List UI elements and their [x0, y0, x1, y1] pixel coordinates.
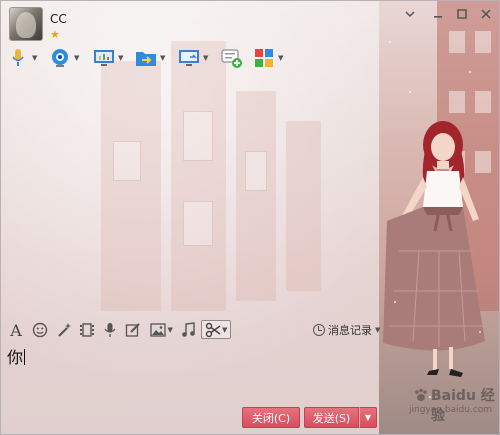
chevron-down-icon[interactable]: ▼ — [168, 326, 176, 334]
message-history-button[interactable]: 消息记录 ▼ — [313, 321, 380, 339]
maximize-icon[interactable] — [453, 6, 471, 22]
microphone-icon — [7, 47, 29, 69]
message-input-text: 你 — [7, 348, 24, 367]
send-file-icon — [135, 47, 157, 69]
decorative-skin-panel — [379, 1, 499, 434]
apps-button[interactable]: ▼ — [253, 46, 286, 70]
remote-desktop-icon — [178, 47, 200, 69]
star-icon: ★ — [50, 28, 60, 41]
music-button[interactable] — [179, 321, 197, 339]
send-button[interactable]: 发送(S) — [304, 407, 359, 428]
background-building — [236, 91, 276, 301]
voice-icon — [101, 321, 119, 339]
screen-share-icon — [93, 47, 115, 69]
image-icon — [149, 321, 167, 339]
house-window — [449, 91, 465, 113]
watermark-url: jingyan.baidu.com — [409, 405, 493, 415]
chevron-down-icon[interactable]: ▼ — [222, 326, 230, 334]
background-building — [101, 61, 161, 311]
house-window — [475, 91, 491, 113]
close-icon[interactable] — [477, 6, 495, 22]
font-button[interactable]: A — [7, 320, 25, 340]
font-icon: A — [10, 320, 22, 340]
snowflake — [394, 301, 396, 303]
emoji-icon — [31, 321, 49, 339]
screenshot-scissors-icon — [204, 321, 222, 339]
background-window — [113, 141, 141, 181]
emoji-button[interactable] — [31, 321, 49, 339]
remote-desktop-button[interactable]: ▼ — [178, 46, 211, 70]
clock-icon — [313, 324, 325, 336]
send-image-button[interactable]: ▼ — [147, 321, 177, 339]
chevron-down-icon[interactable] — [401, 6, 419, 22]
chevron-down-icon[interactable]: ▼ — [278, 54, 286, 62]
snowflake — [389, 41, 391, 43]
message-input[interactable]: 你 — [7, 344, 377, 404]
house-window — [475, 31, 491, 53]
send-file-button[interactable]: ▼ — [135, 46, 168, 70]
music-icon — [179, 321, 197, 339]
background-building — [286, 121, 321, 291]
close-button[interactable]: 关闭(C) — [242, 407, 300, 428]
magic-expression-button[interactable] — [55, 321, 73, 339]
video-clip-button[interactable] — [78, 321, 96, 339]
webcam-icon — [49, 47, 71, 69]
new-chat-button[interactable] — [221, 46, 243, 70]
snowflake — [409, 91, 411, 93]
apps-icon — [253, 47, 275, 69]
message-history-label: 消息记录 — [328, 324, 372, 337]
girl-illustration — [383, 121, 485, 377]
contact-avatar[interactable] — [9, 7, 43, 41]
background-window — [245, 151, 267, 191]
chevron-down-icon[interactable]: ▼ — [118, 54, 126, 62]
screen-share-button[interactable]: ▼ — [93, 46, 126, 70]
house-window — [449, 31, 465, 53]
background-window — [183, 201, 213, 246]
chevron-down-icon[interactable]: ▼ — [203, 54, 211, 62]
paw-icon — [415, 388, 427, 401]
background-building — [171, 41, 226, 311]
chevron-down-icon[interactable]: ▼ — [160, 54, 168, 62]
chevron-down-icon[interactable]: ▼ — [375, 326, 380, 334]
chevron-down-icon[interactable]: ▼ — [32, 54, 40, 62]
screenshot-button-content[interactable]: ▼ — [203, 321, 231, 339]
voice-call-button[interactable]: ▼ — [7, 46, 40, 70]
chat-window: CC ★ ▼ ▼ ▼ ▼ ▼ ▼ A ▼ ▼ 消息记录 ▼ 你 关闭(C) 发送… — [0, 0, 500, 435]
edit-button[interactable] — [124, 321, 142, 339]
voice-message-button[interactable] — [101, 321, 119, 339]
snowflake — [469, 71, 471, 73]
send-options-button[interactable]: ▼ — [359, 407, 377, 428]
video-clip-icon — [78, 321, 96, 339]
new-chat-icon — [221, 47, 243, 69]
background-window — [183, 111, 213, 161]
text-caret — [24, 349, 26, 365]
snowflake — [479, 331, 481, 333]
chevron-down-icon[interactable]: ▼ — [74, 54, 82, 62]
minimize-icon[interactable] — [429, 6, 447, 22]
edit-icon — [124, 321, 142, 339]
video-call-button[interactable]: ▼ — [49, 46, 82, 70]
magic-wand-icon — [55, 321, 73, 339]
contact-name[interactable]: CC — [50, 12, 67, 26]
